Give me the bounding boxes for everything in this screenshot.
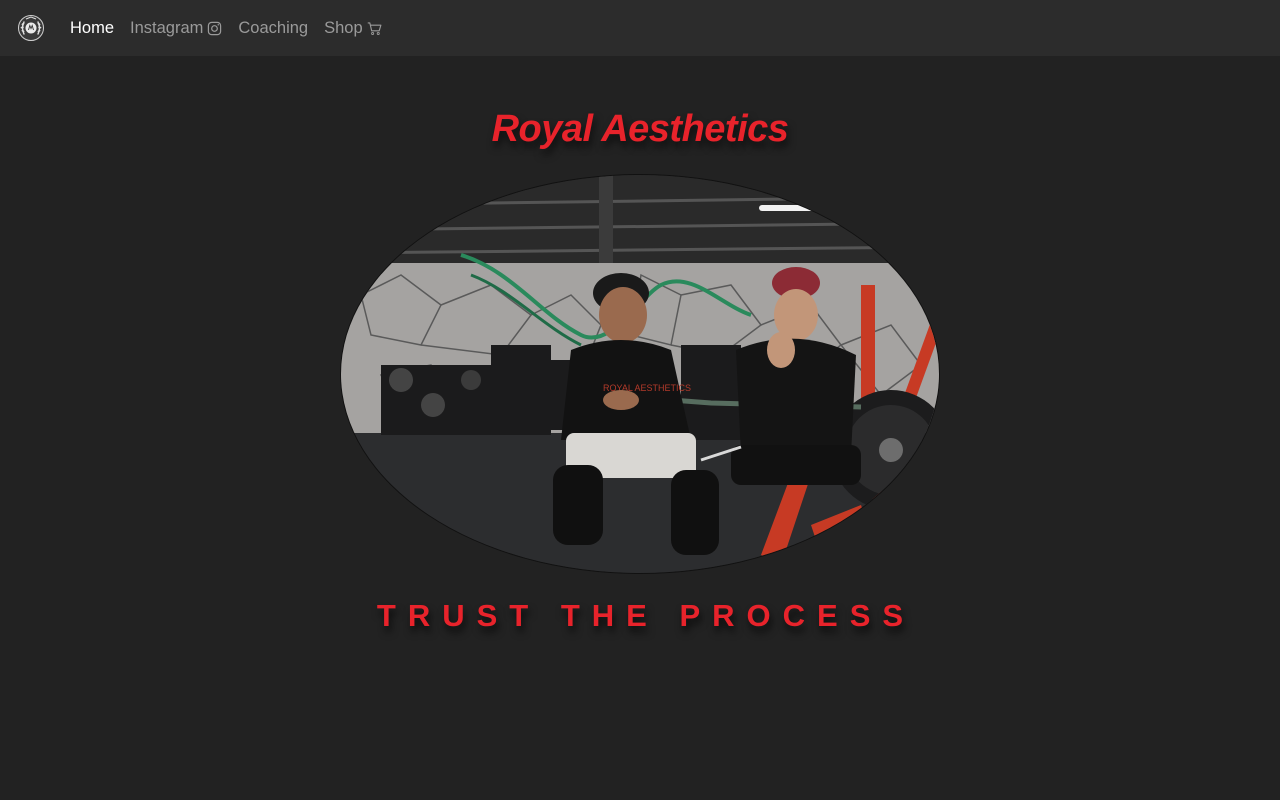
gym-training-photo: ROYAL AESTHETICS <box>340 174 940 574</box>
cart-icon <box>367 21 382 36</box>
page-title: Royal Aesthetics <box>491 108 789 150</box>
nav-home-label: Home <box>70 18 115 37</box>
nav-home-link[interactable]: Home <box>70 19 114 38</box>
nav-coaching-link[interactable]: Coaching <box>238 19 308 38</box>
nav-links: Home Instagram Coaching Shop <box>70 0 398 56</box>
nav-shop-link[interactable]: Shop <box>324 19 382 38</box>
nav-instagram-label: Instagram <box>130 18 204 37</box>
top-navbar: Home Instagram Coaching Shop <box>0 0 1280 56</box>
tagline: TRUST THE PROCESS <box>376 598 916 633</box>
nav-shop-label: Shop <box>324 18 363 37</box>
laurel-logo-icon[interactable] <box>17 14 45 42</box>
instagram-icon <box>207 21 222 36</box>
nav-coaching-label: Coaching <box>238 18 309 37</box>
nav-instagram-link[interactable]: Instagram <box>130 19 222 38</box>
